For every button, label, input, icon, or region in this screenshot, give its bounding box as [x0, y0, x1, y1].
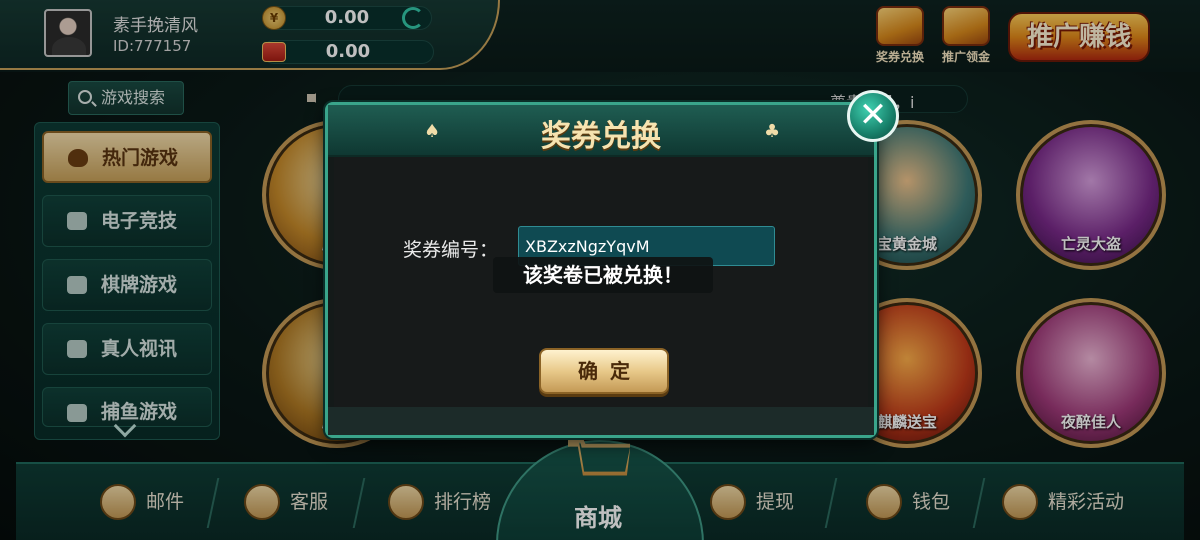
close-icon[interactable]: ✕ [847, 90, 899, 142]
confirm-button[interactable]: 确定 [539, 348, 669, 394]
voucher-number-label: 奖券编号： [403, 239, 499, 261]
toast-message: 该奖卷已被兑换！ [493, 257, 713, 293]
club-icon: ♣ [764, 121, 781, 142]
dialog-title: 奖券兑换 [541, 119, 661, 154]
dialog-footer [328, 407, 874, 435]
dialog-header: ♠ 奖券兑换 ♣ [328, 105, 874, 157]
voucher-exchange-dialog: ♠ 奖券兑换 ♣ 奖券编号： 该奖卷已被兑换！ 确定 [325, 102, 877, 438]
